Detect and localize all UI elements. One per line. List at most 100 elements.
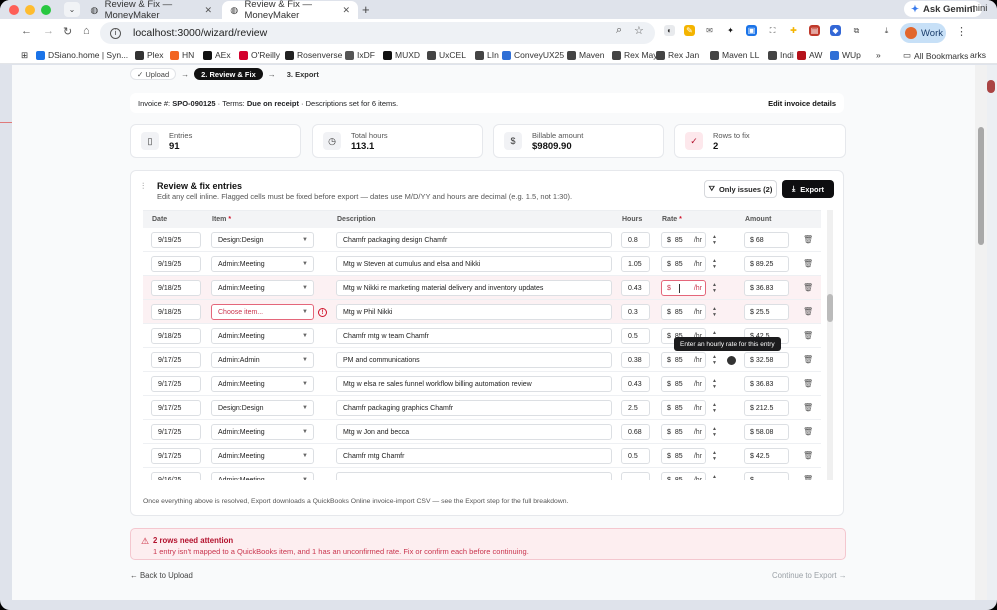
description-input[interactable]: Mtg w Jon and becca — [336, 424, 612, 440]
item-select[interactable]: Admin:Meeting ▼ — [211, 256, 314, 272]
rate-stepper[interactable]: ▲▼ — [712, 426, 717, 438]
reload-icon[interactable]: ↻ — [63, 25, 72, 38]
date-input[interactable]: 9/17/25 — [151, 400, 201, 416]
trash-icon[interactable]: 🗑 — [803, 259, 813, 268]
bookmark-item[interactable]: Maven LL — [710, 50, 759, 60]
hours-input[interactable]: 0.43 — [621, 280, 650, 296]
description-input[interactable]: Mtg w Phil Nikki — [336, 304, 612, 320]
hours-input[interactable]: 0.5 — [621, 328, 650, 344]
bookmark-item[interactable]: WUp — [830, 50, 861, 60]
bookmark-item[interactable]: Maven — [567, 50, 605, 60]
bookmark-item[interactable]: IxDF — [345, 50, 375, 60]
trash-icon[interactable]: 🗑 — [803, 451, 813, 460]
step-export[interactable]: 3. Export — [281, 68, 325, 80]
description-input[interactable]: Mtg w Steven at cumulus and elsa and Nik… — [336, 256, 612, 272]
item-select[interactable]: Admin:Meeting ▼ — [211, 280, 314, 296]
address-bar[interactable]: i localhost:3000/wizard/review — [100, 22, 655, 44]
extension-icon-4[interactable]: ✦ — [725, 25, 736, 36]
trash-icon[interactable]: 🗑 — [803, 307, 813, 316]
date-input[interactable]: 9/17/25 — [151, 352, 201, 368]
trash-icon[interactable]: 🗑 — [803, 283, 813, 292]
rate-input[interactable]: $85/hr — [661, 472, 706, 480]
trash-icon[interactable]: 🗑 — [803, 427, 813, 436]
extension-icon-1[interactable]: ◐ — [664, 25, 675, 36]
bookmark-item[interactable]: AEx — [203, 50, 231, 60]
bookmark-item[interactable]: MUXD — [383, 50, 420, 60]
forward-arrow-icon[interactable]: → — [43, 25, 54, 37]
apps-grid-icon[interactable]: ⊞ — [21, 50, 28, 61]
extension-icon-8[interactable]: ▤ — [809, 25, 820, 36]
step-upload[interactable]: ✓ Upload — [130, 68, 177, 80]
rate-input[interactable]: $85/hr — [661, 400, 706, 416]
hours-input[interactable]: 0.8 — [621, 232, 650, 248]
rate-input[interactable]: $85/hr — [661, 352, 706, 368]
item-select[interactable]: Design:Design ▼ — [211, 400, 314, 416]
caret-down-icon[interactable]: ▼ — [712, 360, 717, 366]
date-input[interactable]: 9/19/25 — [151, 256, 201, 272]
caret-down-icon[interactable]: ▼ — [712, 408, 717, 414]
description-input[interactable]: Chamfr mtg w team Chamfr — [336, 328, 612, 344]
table-scroll-thumb[interactable] — [827, 294, 833, 322]
tab-review-fix-2[interactable]: ◍ Review & Fix — MoneyMaker ✕ — [222, 0, 358, 21]
rate-stepper[interactable]: ▲▼ — [712, 306, 717, 318]
item-select[interactable]: Admin:Meeting ▼ — [211, 376, 314, 392]
all-bookmarks-button[interactable]: ▭ All Bookmarks — [903, 50, 968, 61]
export-button[interactable]: ⤓ Export — [782, 180, 834, 198]
description-input[interactable]: Mtg w elsa re sales funnel workflow bill… — [336, 376, 612, 392]
hours-input[interactable]: 1.05 — [621, 256, 650, 272]
close-tab-icon[interactable]: ✕ — [342, 5, 350, 16]
trash-icon[interactable]: 🗑 — [803, 331, 813, 340]
bookmark-item[interactable]: Rosenverse — [285, 50, 342, 60]
back-arrow-icon[interactable]: ← — [21, 25, 32, 37]
bookmark-item[interactable]: LIn — [475, 50, 499, 60]
trash-icon[interactable]: 🗑 — [803, 403, 813, 412]
date-input[interactable]: 9/16/25 — [151, 472, 201, 480]
description-input[interactable]: Chamfr mtg Chamfr — [336, 448, 612, 464]
date-input[interactable]: 9/17/25 — [151, 448, 201, 464]
description-input[interactable]: Mtg w Nikki re marketing material delive… — [336, 280, 612, 296]
description-input[interactable]: PM and communications — [336, 352, 612, 368]
rate-input[interactable]: $85/hr — [661, 376, 706, 392]
menu-kebab-icon[interactable]: ⋮ — [956, 25, 967, 38]
item-select[interactable]: Admin:Meeting ▼ — [211, 328, 314, 344]
extension-icon-7[interactable]: ✚ — [788, 25, 799, 36]
description-input[interactable] — [336, 472, 612, 480]
caret-down-icon[interactable]: ▼ — [712, 456, 717, 462]
extensions-puzzle-icon[interactable]: ⧉ — [851, 25, 862, 36]
bookmark-item[interactable]: Rex Jan — [656, 50, 699, 60]
rate-stepper[interactable]: ▲▼ — [712, 282, 717, 294]
only-issues-button[interactable]: ⛛ Only issues (2) — [704, 180, 777, 198]
bookmark-item[interactable]: O'Reilly — [239, 50, 280, 60]
tab-search-button[interactable]: ⌄ — [64, 2, 80, 17]
zoom-icon[interactable]: ⌕ — [616, 24, 622, 37]
site-info-icon[interactable]: i — [110, 27, 121, 39]
bookmark-item[interactable]: AW — [797, 50, 822, 60]
page-scrollbar[interactable] — [975, 65, 987, 600]
description-input[interactable]: Chamfr packaging design Chamfr — [336, 232, 612, 248]
item-select[interactable]: Admin:Meeting ▼ — [211, 448, 314, 464]
close-window-button[interactable] — [9, 5, 19, 15]
rate-stepper[interactable]: ▲▼ — [712, 474, 717, 480]
extension-icon-9[interactable]: ◆ — [830, 25, 841, 36]
caret-down-icon[interactable]: ▼ — [712, 264, 717, 270]
hours-input[interactable]: 0.5 — [621, 448, 650, 464]
date-input[interactable]: 9/17/25 — [151, 424, 201, 440]
rate-input[interactable]: $85/hr — [661, 256, 706, 272]
date-input[interactable]: 9/18/25 — [151, 280, 201, 296]
rate-input[interactable]: $85/hr — [661, 232, 706, 248]
bookmark-star-icon[interactable]: ☆ — [634, 24, 644, 37]
home-icon[interactable]: ⌂ — [83, 25, 90, 37]
hours-input[interactable]: 0.68 — [621, 424, 650, 440]
trash-icon[interactable]: 🗑 — [803, 235, 813, 244]
rate-stepper[interactable]: ▲▼ — [712, 450, 717, 462]
extension-icon-2[interactable]: ✎ — [684, 25, 695, 36]
continue-to-export-link[interactable]: Continue to Export → — [772, 571, 847, 580]
hours-input[interactable]: 0.38 — [621, 352, 650, 368]
bookmark-item[interactable]: DSiano.home | Syn... — [36, 50, 128, 60]
rate-input[interactable]: $ /hr — [661, 280, 706, 296]
caret-down-icon[interactable]: ▼ — [712, 432, 717, 438]
rate-stepper[interactable]: ▲▼ — [712, 354, 717, 366]
table-scrollbar[interactable] — [827, 210, 833, 480]
tab-review-fix-1[interactable]: ◍ Review & Fix — MoneyMaker ✕ — [82, 0, 220, 21]
date-input[interactable]: 9/17/25 — [151, 376, 201, 392]
